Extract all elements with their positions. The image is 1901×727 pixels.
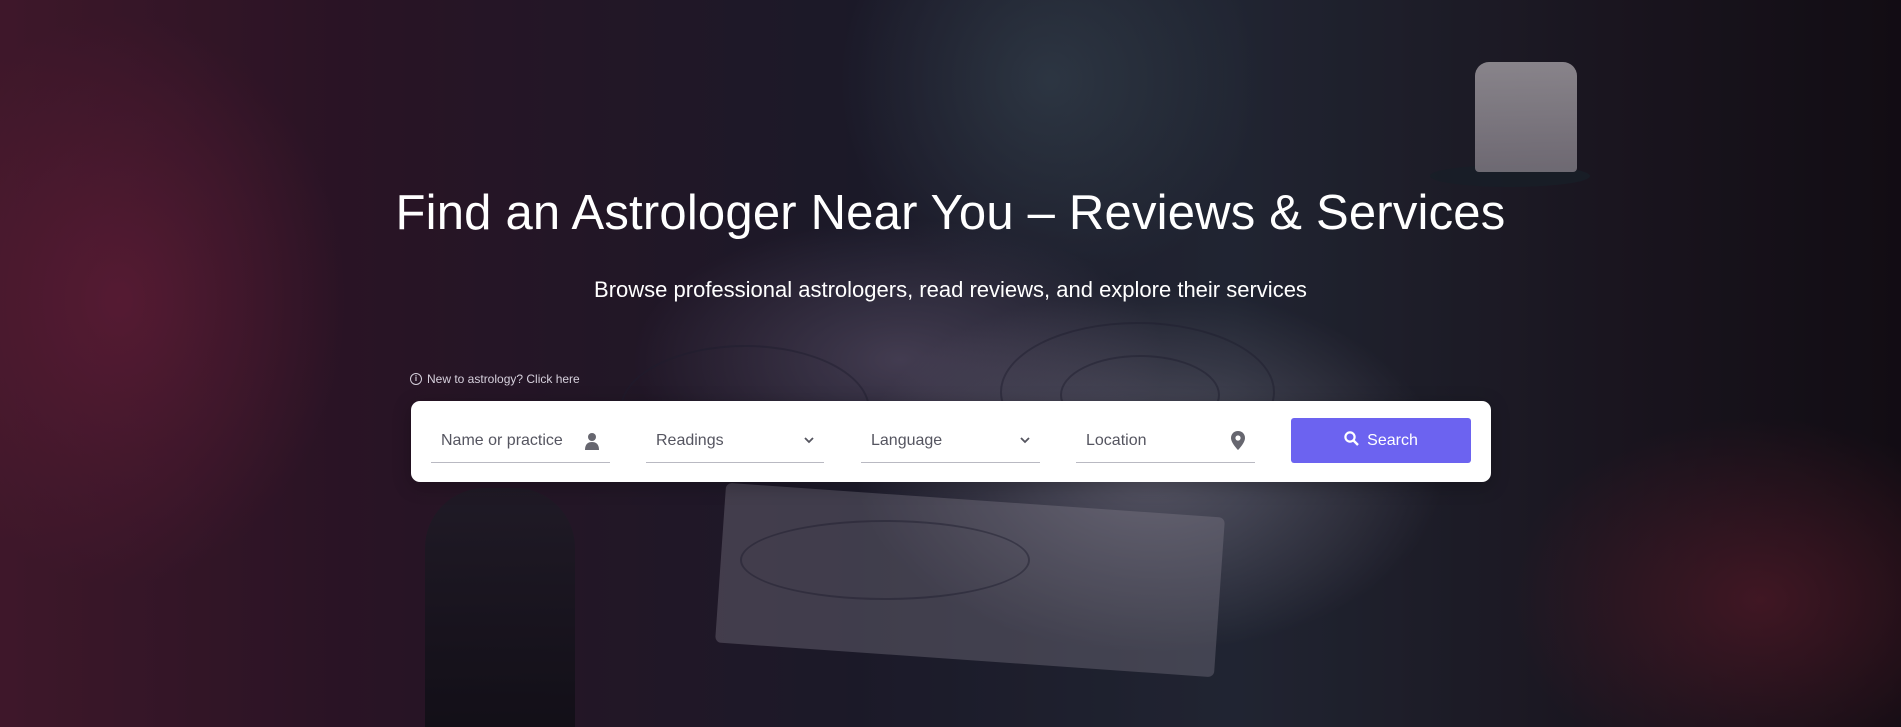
chevron-down-icon xyxy=(1020,437,1030,444)
search-button-label: Search xyxy=(1367,431,1418,449)
map-pin-icon xyxy=(1231,431,1245,450)
page-title: Find an Astrologer Near You – Reviews & … xyxy=(395,186,1506,240)
language-select[interactable]: Language xyxy=(861,419,1040,463)
search-button[interactable]: Search xyxy=(1291,418,1471,463)
chevron-down-icon xyxy=(804,437,814,444)
readings-selected-value: Readings xyxy=(656,431,724,449)
search-panel: Name or practice Readings Language Locat… xyxy=(411,401,1491,482)
readings-select[interactable]: Readings xyxy=(646,419,824,463)
name-or-practice-input[interactable]: Name or practice xyxy=(431,419,610,463)
info-icon: i xyxy=(410,373,422,385)
search-icon xyxy=(1344,430,1359,451)
name-or-practice-placeholder: Name or practice xyxy=(441,431,563,449)
language-selected-value: Language xyxy=(871,431,943,449)
hero-overlay xyxy=(0,0,1901,727)
location-placeholder: Location xyxy=(1086,431,1147,449)
location-input[interactable]: Location xyxy=(1076,419,1255,463)
page-subtitle: Browse professional astrologers, read re… xyxy=(594,277,1307,302)
person-icon xyxy=(584,432,600,450)
new-to-astrology-label: New to astrology? Click here xyxy=(427,372,580,386)
new-to-astrology-link[interactable]: i New to astrology? Click here xyxy=(410,372,580,386)
